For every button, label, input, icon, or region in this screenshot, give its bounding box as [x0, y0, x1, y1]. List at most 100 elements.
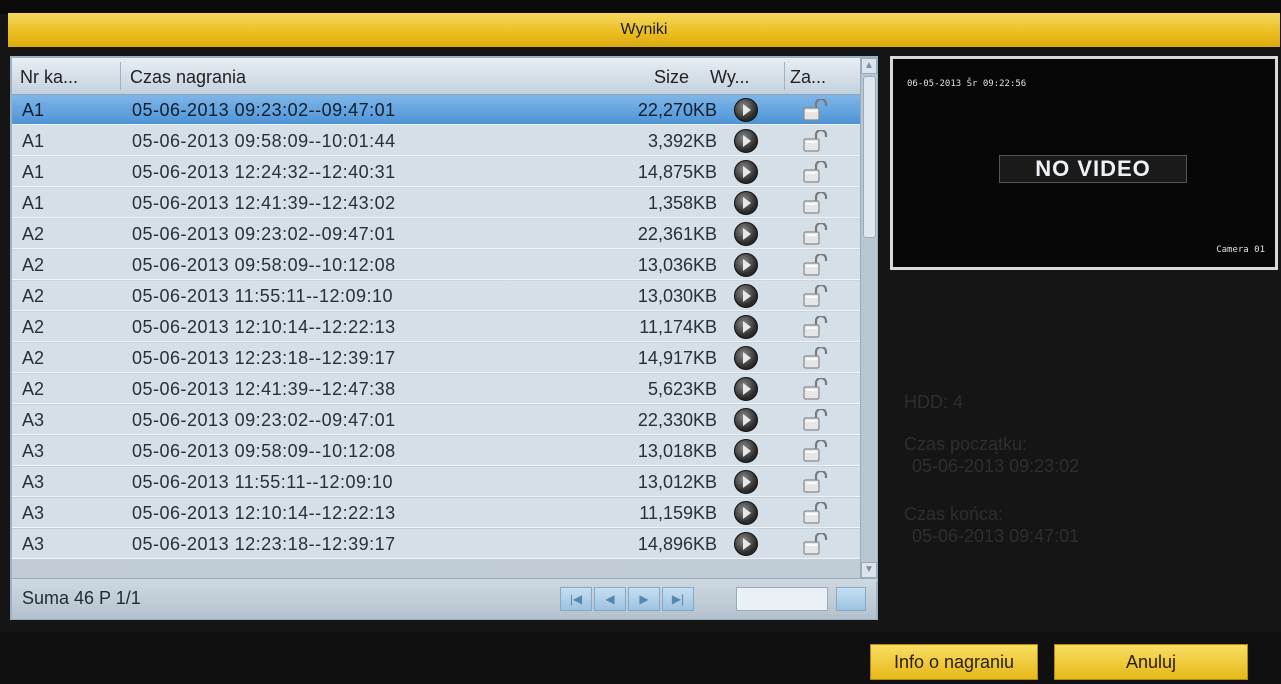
play-icon[interactable] — [734, 98, 758, 122]
unlock-icon[interactable] — [802, 97, 828, 121]
row-file-size: 22,270KB — [637, 100, 717, 120]
row-file-size: 5,623KB — [647, 379, 717, 399]
row-recording-time: 05-06-2013 09:23:02--09:47:01 — [132, 224, 396, 244]
row-file-size: 3,392KB — [647, 131, 717, 151]
table-row[interactable]: A2 05-06-2013 09:58:09--10:12:08 13,036KB — [12, 250, 860, 280]
table-row[interactable]: A1 05-06-2013 09:23:02--09:47:01 22,270KB — [12, 95, 860, 125]
table-row[interactable]: A2 05-06-2013 12:23:18--12:39:17 14,917KB — [12, 343, 860, 373]
scroll-up-icon[interactable]: ▲ — [861, 58, 877, 74]
first-page-icon[interactable]: |◀ — [560, 587, 592, 611]
row-file-size: 13,036KB — [637, 255, 717, 275]
unlock-icon[interactable] — [802, 128, 828, 152]
play-icon[interactable] — [734, 470, 758, 494]
table-row[interactable]: A3 05-06-2013 09:23:02--09:47:01 22,330KB — [12, 405, 860, 435]
row-channel: A2 — [22, 317, 45, 337]
table-row[interactable]: A1 05-06-2013 09:58:09--10:01:44 3,392KB — [12, 126, 860, 156]
row-recording-time: 05-06-2013 12:41:39--12:43:02 — [132, 193, 396, 213]
unlock-icon[interactable] — [802, 407, 828, 431]
row-channel: A3 — [22, 503, 45, 523]
scrollbar-thumb[interactable] — [863, 76, 876, 238]
row-recording-time: 05-06-2013 09:58:09--10:12:08 — [132, 441, 396, 461]
row-recording-time: 05-06-2013 12:41:39--12:47:38 — [132, 379, 396, 399]
unlock-icon[interactable] — [802, 376, 828, 400]
page-number-input[interactable] — [736, 587, 828, 611]
play-icon[interactable] — [734, 346, 758, 370]
results-list: Nr ka... Czas nagrania Size Wy... Za... … — [10, 56, 878, 620]
unlock-icon[interactable] — [802, 469, 828, 493]
unlock-icon[interactable] — [802, 252, 828, 276]
vertical-scrollbar[interactable]: ▲ ▼ — [860, 58, 877, 582]
row-recording-time: 05-06-2013 12:23:18--12:39:17 — [132, 348, 396, 368]
table-row[interactable]: A2 05-06-2013 12:41:39--12:47:38 5,623KB — [12, 374, 860, 404]
hdd-info: HDD: 4 — [904, 392, 964, 412]
recording-info-button[interactable]: Info o nagraniu — [870, 644, 1038, 680]
play-icon[interactable] — [734, 253, 758, 277]
header-lock[interactable]: Za... — [790, 58, 826, 94]
list-footer: Suma 46 P 1/1 |◀ ◀ ▶ ▶| — [12, 578, 876, 619]
unlock-icon[interactable] — [802, 438, 828, 462]
row-channel: A2 — [22, 379, 45, 399]
unlock-icon[interactable] — [802, 531, 828, 555]
table-row[interactable]: A2 05-06-2013 09:23:02--09:47:01 22,361KB — [12, 219, 860, 249]
play-icon[interactable] — [734, 501, 758, 525]
start-time-value: 05-06-2013 09:23:02 — [912, 456, 1080, 476]
play-icon[interactable] — [734, 160, 758, 184]
row-channel: A1 — [22, 131, 45, 151]
video-preview: 06-05-2013 Šr 09:22:56 NO VIDEO Camera 0… — [890, 56, 1278, 270]
row-channel: A1 — [22, 162, 45, 182]
unlock-icon[interactable] — [802, 159, 828, 183]
unlock-icon[interactable] — [802, 314, 828, 338]
play-icon[interactable] — [734, 439, 758, 463]
table-row[interactable]: A1 05-06-2013 12:41:39--12:43:02 1,358KB — [12, 188, 860, 218]
window-title: Wyniki — [8, 13, 1280, 47]
table-row[interactable]: A3 05-06-2013 12:23:18--12:39:17 14,896KB — [12, 529, 860, 559]
row-channel: A3 — [22, 441, 45, 461]
table-row[interactable]: A2 05-06-2013 11:55:11--12:09:10 13,030KB — [12, 281, 860, 311]
row-file-size: 22,330KB — [637, 410, 717, 430]
header-play[interactable]: Wy... — [710, 58, 750, 94]
table-row[interactable]: A2 05-06-2013 12:10:14--12:22:13 11,174KB — [12, 312, 860, 342]
play-icon[interactable] — [734, 284, 758, 308]
unlock-icon[interactable] — [802, 283, 828, 307]
cancel-button[interactable]: Anuluj — [1054, 644, 1248, 680]
table-row[interactable]: A1 05-06-2013 12:24:32--12:40:31 14,875KB — [12, 157, 860, 187]
play-icon[interactable] — [734, 408, 758, 432]
row-file-size: 11,174KB — [639, 317, 717, 337]
unlock-icon[interactable] — [802, 221, 828, 245]
play-icon[interactable] — [734, 191, 758, 215]
table-row[interactable]: A3 05-06-2013 11:55:11--12:09:10 13,012KB — [12, 467, 860, 497]
row-channel: A3 — [22, 472, 45, 492]
unlock-icon[interactable] — [802, 500, 828, 524]
play-icon[interactable] — [734, 315, 758, 339]
go-arrow-icon[interactable] — [836, 587, 866, 611]
play-icon[interactable] — [734, 532, 758, 556]
row-recording-time: 05-06-2013 09:23:02--09:47:01 — [132, 410, 396, 430]
unlock-icon[interactable] — [802, 190, 828, 214]
row-recording-time: 05-06-2013 12:10:14--12:22:13 — [132, 317, 396, 337]
play-icon[interactable] — [734, 129, 758, 153]
header-time[interactable]: Czas nagrania — [130, 58, 246, 94]
play-icon[interactable] — [734, 377, 758, 401]
row-channel: A1 — [22, 193, 45, 213]
header-channel[interactable]: Nr ka... — [20, 58, 78, 94]
prev-page-icon[interactable]: ◀ — [594, 587, 626, 611]
scroll-down-icon[interactable]: ▼ — [861, 562, 877, 578]
table-row[interactable]: A3 05-06-2013 12:10:14--12:22:13 11,159KB — [12, 498, 860, 528]
row-file-size: 14,896KB — [637, 534, 717, 554]
row-recording-time: 05-06-2013 09:23:02--09:47:01 — [132, 100, 396, 120]
row-file-size: 13,018KB — [637, 441, 717, 461]
table-row[interactable]: A3 05-06-2013 09:58:09--10:12:08 13,018KB — [12, 436, 860, 466]
row-recording-time: 05-06-2013 11:55:11--12:09:10 — [132, 472, 394, 492]
row-file-size: 1,358KB — [647, 193, 717, 213]
row-file-size: 13,012KB — [637, 472, 717, 492]
row-channel: A2 — [22, 348, 45, 368]
unlock-icon[interactable] — [802, 345, 828, 369]
end-time-value: 05-06-2013 09:47:01 — [912, 526, 1080, 546]
header-size[interactable]: Size — [654, 58, 689, 94]
result-summary: Suma 46 P 1/1 — [22, 588, 141, 608]
play-icon[interactable] — [734, 222, 758, 246]
row-file-size: 14,875KB — [637, 162, 717, 182]
last-page-icon[interactable]: ▶| — [662, 587, 694, 611]
next-page-icon[interactable]: ▶ — [628, 587, 660, 611]
row-file-size: 11,159KB — [639, 503, 717, 523]
